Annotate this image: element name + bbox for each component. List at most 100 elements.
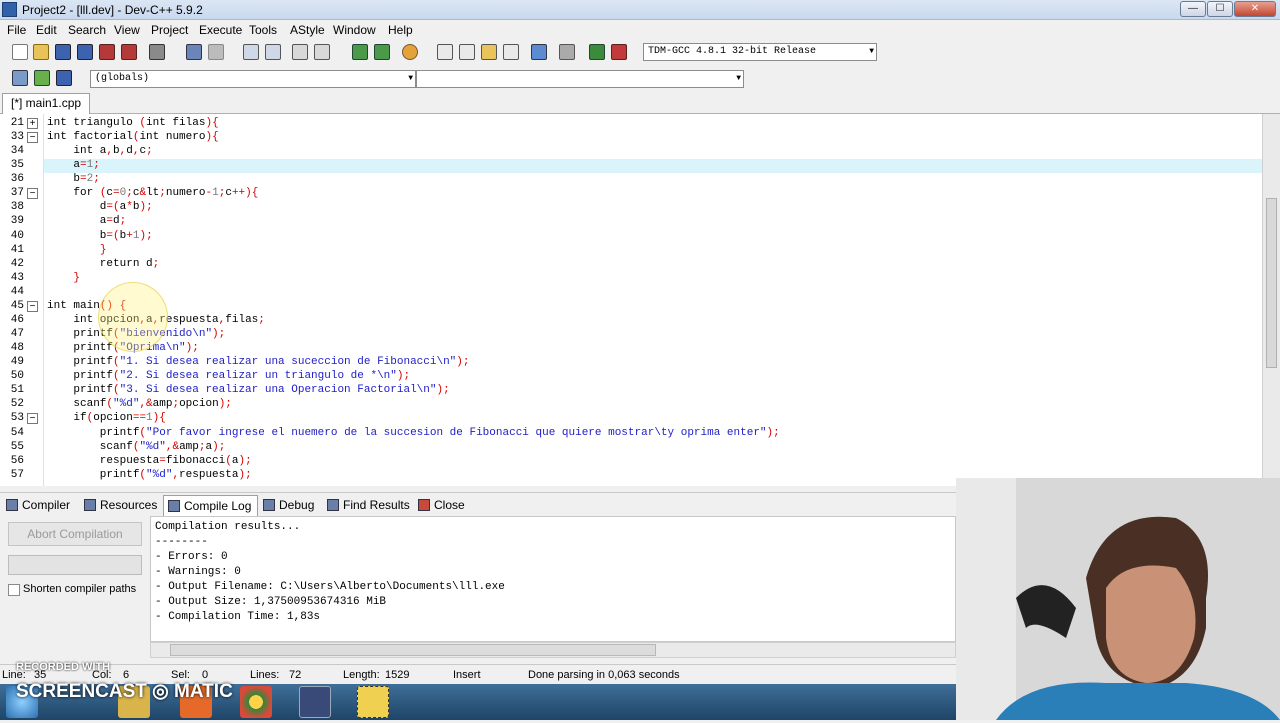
code-line[interactable]: a=1;: [47, 159, 99, 171]
tab-find-results[interactable]: Find Results: [323, 495, 416, 516]
new-file-icon[interactable]: [12, 44, 28, 60]
project-add-icon[interactable]: [459, 44, 475, 60]
code-line[interactable]: }: [47, 244, 107, 256]
code-line[interactable]: return d;: [47, 258, 159, 270]
code-line[interactable]: if(opcion==1){: [47, 412, 165, 424]
tab-compile-log[interactable]: Compile Log: [163, 495, 259, 516]
menu-edit[interactable]: Edit: [36, 23, 57, 37]
status-message: Done parsing in 0,063 seconds: [528, 669, 680, 681]
code-line[interactable]: b=(b+1);: [47, 230, 153, 242]
resources-icon: [84, 499, 96, 511]
close-file-icon[interactable]: [99, 44, 115, 60]
menu-astyle[interactable]: AStyle: [290, 23, 325, 37]
notepad-icon[interactable]: [357, 686, 389, 718]
find-icon[interactable]: [243, 44, 259, 60]
menu-execute[interactable]: Execute: [199, 23, 242, 37]
print-icon[interactable]: [149, 44, 165, 60]
code-editor[interactable]: 21 +33−34 35 36 37−38 39 40 41 42 43 44 45−46 47 48 49…: [0, 114, 1262, 486]
project-remove-icon[interactable]: [481, 44, 497, 60]
replace-icon[interactable]: [265, 44, 281, 60]
unindent-icon[interactable]: [314, 44, 330, 60]
fold-collapse-icon[interactable]: −: [27, 188, 38, 200]
save-all-icon[interactable]: [77, 44, 93, 60]
goto-bookmark-icon[interactable]: [374, 44, 390, 60]
code-line[interactable]: d=(a*b);: [47, 201, 153, 213]
code-line[interactable]: int triangulo (int filas){: [47, 117, 219, 129]
fold-collapse-icon[interactable]: −: [27, 300, 38, 312]
menu-search[interactable]: Search: [68, 23, 106, 37]
close-window-button[interactable]: ✕: [1234, 1, 1276, 17]
maximize-button[interactable]: ☐: [1207, 1, 1233, 17]
log-line: - Warnings: 0: [155, 566, 241, 578]
code-line[interactable]: printf("%d",respuesta);: [47, 469, 252, 481]
tab-resources[interactable]: Resources: [80, 495, 163, 516]
menu-view[interactable]: View: [114, 23, 140, 37]
menu-window[interactable]: Window: [333, 23, 376, 37]
close-all-icon[interactable]: [121, 44, 137, 60]
code-line[interactable]: for (c=0;c&lt;numero-1;c++){: [47, 187, 258, 199]
code-line[interactable]: b=2;: [47, 173, 99, 185]
code-line[interactable]: }: [47, 272, 80, 284]
class-browser-icon[interactable]: [12, 70, 28, 86]
check-syntax-icon[interactable]: [531, 44, 547, 60]
toggle-icon[interactable]: [56, 70, 72, 86]
indent-icon[interactable]: [292, 44, 308, 60]
minimize-button[interactable]: —: [1180, 1, 1206, 17]
tab-debug[interactable]: Debug: [259, 495, 320, 516]
code-line[interactable]: int factorial(int numero){: [47, 131, 219, 143]
menu-help[interactable]: Help: [388, 23, 413, 37]
project-options-icon[interactable]: [503, 44, 519, 60]
devcpp-taskbar-icon[interactable]: [299, 686, 331, 718]
line-number: 49: [10, 356, 24, 369]
debug-tab-icon: [263, 499, 275, 511]
fold-expand-icon[interactable]: +: [27, 118, 38, 129]
code-line[interactable]: scanf("%d",&amp;opcion);: [47, 398, 232, 410]
code-line[interactable]: printf("Por favor ingrese el nuemero de …: [47, 427, 780, 439]
status-lines-value: 72: [289, 669, 302, 681]
compiler-select[interactable]: TDM-GCC 4.8.1 32-bit Release ▼: [643, 43, 877, 61]
chrome-icon[interactable]: [240, 686, 272, 718]
compile-log-output[interactable]: Compilation results... -------- - Errors…: [150, 516, 956, 642]
debug-icon[interactable]: [402, 44, 418, 60]
project-new-icon[interactable]: [437, 44, 453, 60]
abort-compilation-button[interactable]: Abort Compilation: [8, 522, 142, 546]
log-scroll-thumb[interactable]: [170, 644, 656, 656]
fold-collapse-icon[interactable]: −: [27, 132, 38, 144]
globals-select[interactable]: (globals) ▼: [90, 70, 416, 88]
log-line: Compilation results...: [155, 521, 301, 533]
redo-icon[interactable]: [208, 44, 224, 60]
editor-vertical-scrollbar[interactable]: [1262, 114, 1280, 486]
menu-tools[interactable]: Tools: [249, 23, 277, 37]
globals-select-value: (globals): [95, 73, 150, 84]
main-toolbar: TDM-GCC 4.8.1 32-bit Release ▼: [0, 40, 1280, 66]
goto-line-icon[interactable]: [352, 44, 368, 60]
save-icon[interactable]: [55, 44, 71, 60]
compile-run-icon[interactable]: [611, 44, 627, 60]
log-line: - Output Filename: C:\Users\Alberto\Docu…: [155, 581, 505, 593]
line-number: 21: [10, 117, 24, 129]
stop-execution-icon[interactable]: [559, 44, 575, 60]
scroll-thumb[interactable]: [1266, 198, 1277, 368]
insert-icon[interactable]: [34, 70, 50, 86]
code-line[interactable]: scanf("%d",&amp;a);: [47, 441, 226, 453]
tab-main1-cpp[interactable]: [*] main1.cpp: [2, 93, 90, 114]
menu-project[interactable]: Project: [151, 23, 188, 37]
code-line[interactable]: printf("2. Si desea realizar un triangul…: [47, 370, 410, 382]
undo-icon[interactable]: [186, 44, 202, 60]
open-file-icon[interactable]: [33, 44, 49, 60]
shorten-paths-checkbox[interactable]: [8, 584, 20, 596]
code-line[interactable]: a=d;: [47, 215, 126, 227]
fold-collapse-icon[interactable]: −: [27, 413, 38, 425]
code-line[interactable]: int a,b,d,c;: [47, 145, 152, 157]
line-number: 40: [10, 229, 24, 242]
compile-progress-bar: [8, 555, 142, 575]
code-line[interactable]: printf("3. Si desea realizar una Operaci…: [47, 384, 449, 396]
close-panel-icon: [418, 499, 430, 511]
tab-compiler[interactable]: Compiler: [2, 495, 76, 516]
tab-close[interactable]: Close: [414, 495, 471, 516]
menu-file[interactable]: File: [7, 23, 26, 37]
code-line[interactable]: respuesta=fibonacci(a);: [47, 455, 252, 467]
code-line[interactable]: printf("1. Si desea realizar una sucecci…: [47, 356, 469, 368]
compile-icon[interactable]: [589, 44, 605, 60]
members-select[interactable]: ▼: [416, 70, 744, 88]
